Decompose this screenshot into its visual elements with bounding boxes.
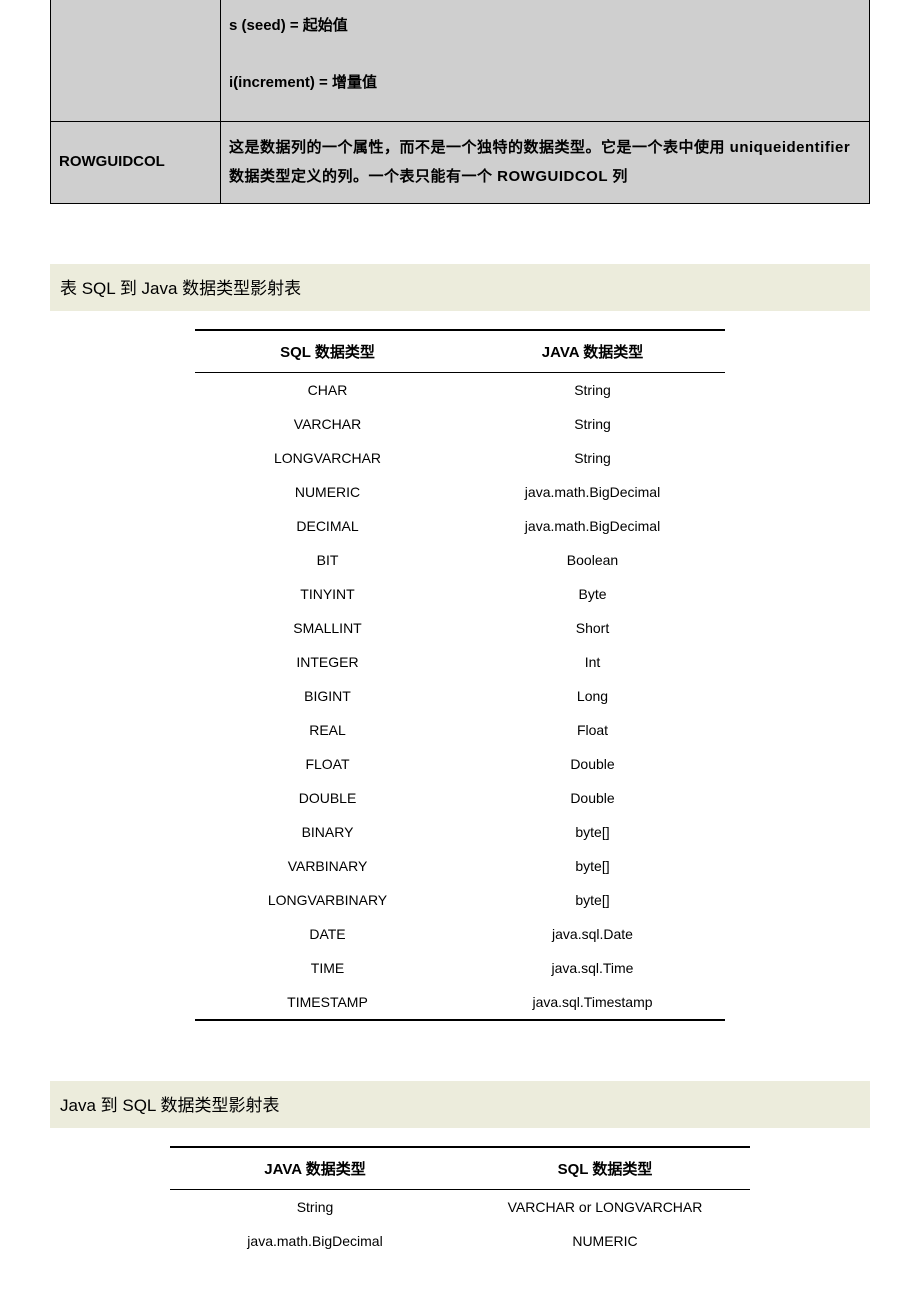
cell-sql: BIGINT bbox=[195, 679, 460, 713]
cell-java: Boolean bbox=[460, 543, 725, 577]
table-row: BINARYbyte[] bbox=[195, 815, 725, 849]
cell-java: Long bbox=[460, 679, 725, 713]
table-row: TINYINTByte bbox=[195, 577, 725, 611]
table-row: DATEjava.sql.Date bbox=[195, 917, 725, 951]
cell-java: java.math.BigDecimal bbox=[460, 475, 725, 509]
def-label-cell: ROWGUIDCOL bbox=[51, 122, 221, 204]
col-header-java: JAVA 数据类型 bbox=[460, 330, 725, 373]
table-row: CHARString bbox=[195, 373, 725, 408]
cell-sql: VARBINARY bbox=[195, 849, 460, 883]
def-desc-cell: 这是数据列的一个属性，而不是一个独特的数据类型。它是一个表中使用 uniquei… bbox=[221, 122, 870, 204]
java-to-sql-table: JAVA 数据类型 SQL 数据类型 StringVARCHAR or LONG… bbox=[170, 1146, 750, 1258]
cell-sql: VARCHAR or LONGVARCHAR bbox=[460, 1190, 750, 1225]
cell-sql: DECIMAL bbox=[195, 509, 460, 543]
table-row: java.math.BigDecimalNUMERIC bbox=[170, 1224, 750, 1258]
table-row: ROWGUIDCOL 这是数据列的一个属性，而不是一个独特的数据类型。它是一个表… bbox=[51, 122, 870, 204]
cell-java: java.math.BigDecimal bbox=[460, 509, 725, 543]
def-desc-cell: s (seed) = 起始值 i(increment) = 增量值 bbox=[221, 0, 870, 122]
cell-java: String bbox=[170, 1190, 460, 1225]
cell-sql: TIMESTAMP bbox=[195, 985, 460, 1020]
cell-java: byte[] bbox=[460, 815, 725, 849]
cell-java: java.sql.Timestamp bbox=[460, 985, 725, 1020]
cell-java: String bbox=[460, 441, 725, 475]
table-row: s (seed) = 起始值 i(increment) = 增量值 bbox=[51, 0, 870, 122]
table-row: FLOATDouble bbox=[195, 747, 725, 781]
cell-sql: FLOAT bbox=[195, 747, 460, 781]
cell-java: Byte bbox=[460, 577, 725, 611]
cell-sql: BINARY bbox=[195, 815, 460, 849]
cell-sql: DOUBLE bbox=[195, 781, 460, 815]
table-row: SMALLINTShort bbox=[195, 611, 725, 645]
cell-sql: TIME bbox=[195, 951, 460, 985]
cell-sql: BIT bbox=[195, 543, 460, 577]
cell-java: Int bbox=[460, 645, 725, 679]
cell-java: byte[] bbox=[460, 883, 725, 917]
table-row: BIGINTLong bbox=[195, 679, 725, 713]
cell-java: String bbox=[460, 407, 725, 441]
cell-java: java.math.BigDecimal bbox=[170, 1224, 460, 1258]
col-header-java: JAVA 数据类型 bbox=[170, 1147, 460, 1190]
cell-sql: VARCHAR bbox=[195, 407, 460, 441]
table-row: TIMESTAMPjava.sql.Timestamp bbox=[195, 985, 725, 1020]
col-header-sql: SQL 数据类型 bbox=[460, 1147, 750, 1190]
def-desc-line: i(increment) = 增量值 bbox=[229, 69, 861, 98]
cell-java: String bbox=[460, 373, 725, 408]
table-row: TIMEjava.sql.Time bbox=[195, 951, 725, 985]
cell-sql: CHAR bbox=[195, 373, 460, 408]
cell-sql: INTEGER bbox=[195, 645, 460, 679]
section-title-java-to-sql: Java 到 SQL 数据类型影射表 bbox=[50, 1081, 870, 1128]
cell-sql: REAL bbox=[195, 713, 460, 747]
cell-sql: LONGVARBINARY bbox=[195, 883, 460, 917]
table-row: NUMERICjava.math.BigDecimal bbox=[195, 475, 725, 509]
table-row: VARCHARString bbox=[195, 407, 725, 441]
table-row: BITBoolean bbox=[195, 543, 725, 577]
cell-sql: DATE bbox=[195, 917, 460, 951]
def-desc-line: s (seed) = 起始值 bbox=[229, 12, 861, 41]
cell-java: Short bbox=[460, 611, 725, 645]
cell-sql: LONGVARCHAR bbox=[195, 441, 460, 475]
cell-java: java.sql.Time bbox=[460, 951, 725, 985]
table-row: DECIMALjava.math.BigDecimal bbox=[195, 509, 725, 543]
cell-java: Float bbox=[460, 713, 725, 747]
cell-java: java.sql.Date bbox=[460, 917, 725, 951]
def-label-cell bbox=[51, 0, 221, 122]
cell-java: byte[] bbox=[460, 849, 725, 883]
table-row: DOUBLEDouble bbox=[195, 781, 725, 815]
section-title-sql-to-java: 表 SQL 到 Java 数据类型影射表 bbox=[50, 264, 870, 311]
table-row: LONGVARCHARString bbox=[195, 441, 725, 475]
sql-to-java-table: SQL 数据类型 JAVA 数据类型 CHARStringVARCHARStri… bbox=[195, 329, 725, 1021]
definition-table: s (seed) = 起始值 i(increment) = 增量值 ROWGUI… bbox=[50, 0, 870, 204]
table-row: VARBINARYbyte[] bbox=[195, 849, 725, 883]
table-row: StringVARCHAR or LONGVARCHAR bbox=[170, 1190, 750, 1225]
cell-sql: NUMERIC bbox=[195, 475, 460, 509]
cell-sql: SMALLINT bbox=[195, 611, 460, 645]
cell-sql: TINYINT bbox=[195, 577, 460, 611]
table-row: LONGVARBINARYbyte[] bbox=[195, 883, 725, 917]
table-row: REALFloat bbox=[195, 713, 725, 747]
table-row: INTEGERInt bbox=[195, 645, 725, 679]
col-header-sql: SQL 数据类型 bbox=[195, 330, 460, 373]
cell-java: Double bbox=[460, 747, 725, 781]
cell-sql: NUMERIC bbox=[460, 1224, 750, 1258]
cell-java: Double bbox=[460, 781, 725, 815]
